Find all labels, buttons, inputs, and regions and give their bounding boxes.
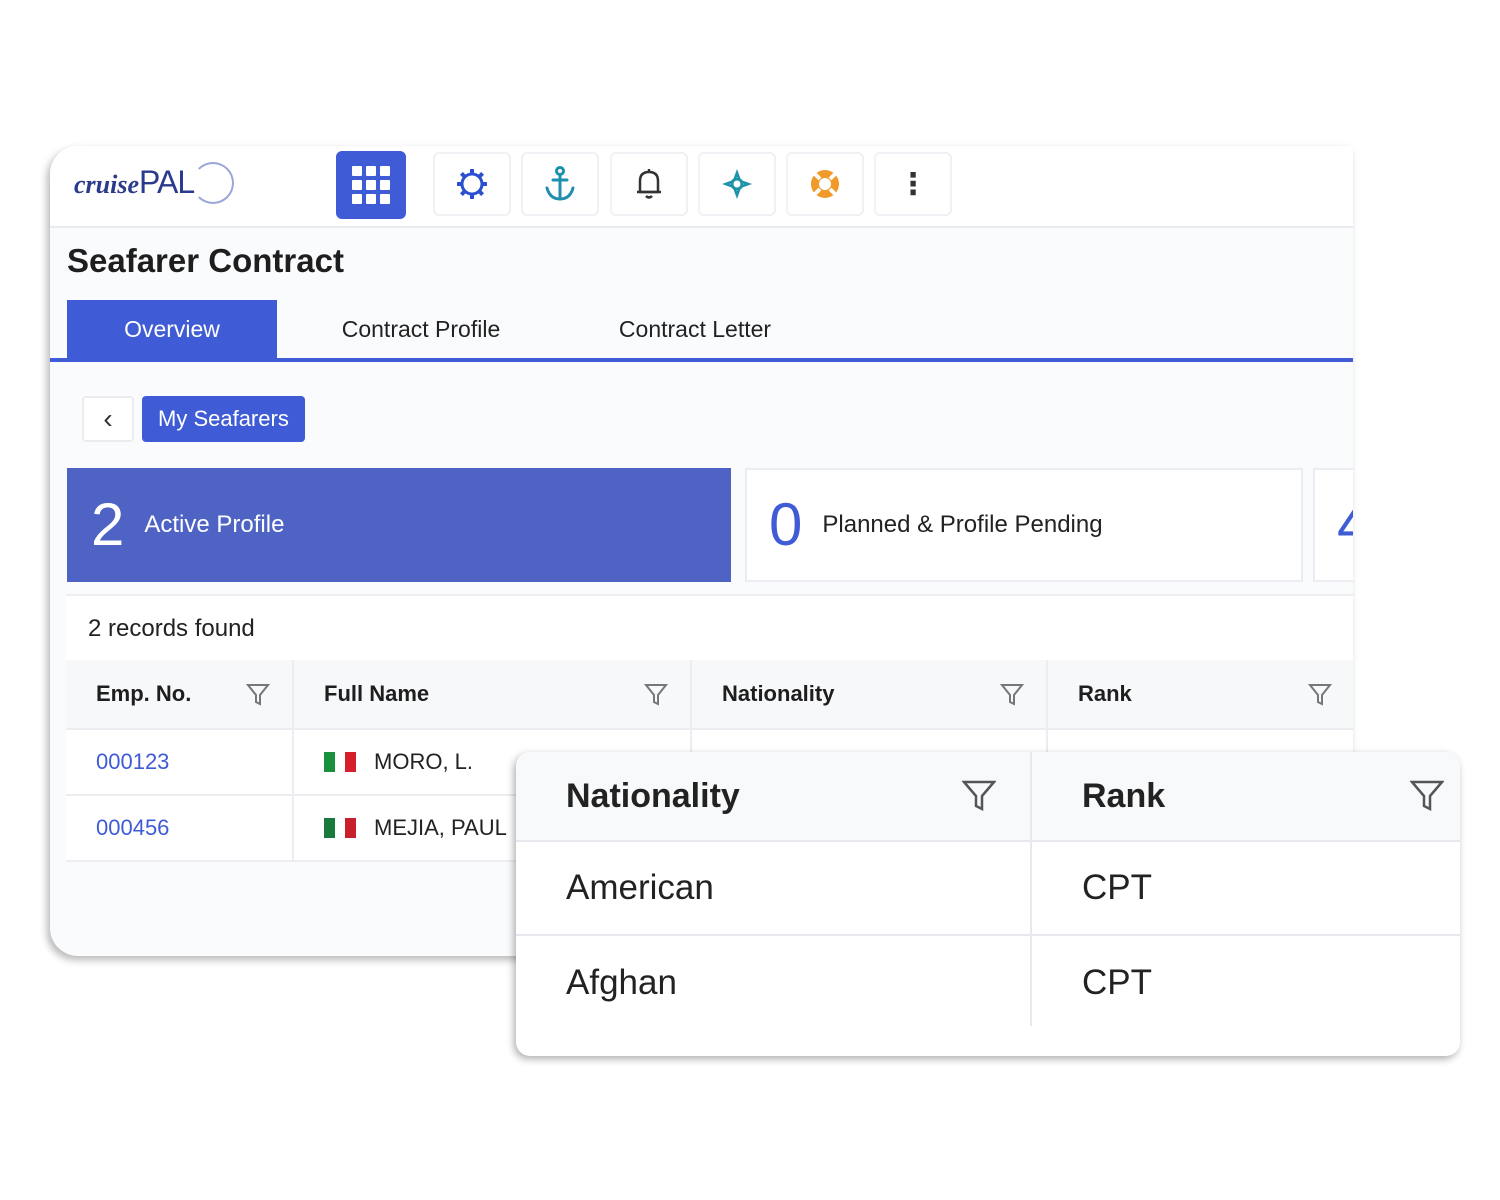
column-label: Rank [1082,776,1166,815]
zoom-table-header: Nationality Rank [516,752,1460,842]
stat-card-active-profile[interactable]: 2 Active Profile [67,468,731,582]
stat-count: 2 [91,491,125,558]
logo-mark-icon [192,162,234,204]
apps-grid-button[interactable] [336,151,406,219]
zoom-column-header-nationality[interactable]: Nationality [516,752,1030,840]
stat-card-planned-pending[interactable]: 0 Planned & Profile Pending [745,468,1303,582]
filter-icon[interactable] [644,682,668,708]
chevron-left-icon: ‹ [103,403,113,434]
filter-icon[interactable] [246,682,270,708]
help-button[interactable] [786,152,864,216]
column-header-emp-no[interactable]: Emp. No. [66,660,294,728]
page-title: Seafarer Contract [67,242,344,279]
filter-icon[interactable] [1410,778,1444,814]
logo-text-cruise: cruise [74,170,139,199]
my-seafarers-chip[interactable]: My Seafarers [142,396,305,442]
flag-mexico-icon [324,818,357,838]
logo-text-pal: PAL [139,164,195,200]
bell-icon [637,169,661,199]
column-label: Nationality [722,681,835,706]
emp-no-link[interactable]: 000123 [96,749,169,775]
zoom-column-header-rank[interactable]: Rank [1032,752,1460,840]
filter-icon[interactable] [1000,682,1024,708]
zoom-table-row[interactable]: American CPT [516,842,1460,936]
column-label: Emp. No. [96,681,192,706]
column-label: Rank [1078,681,1132,706]
gear-icon [457,169,487,199]
flag-italy-icon [324,752,357,772]
column-header-full-name[interactable]: Full Name [294,660,692,728]
column-label: Full Name [324,681,430,706]
top-bar: cruise PAL ⋮ [50,146,1353,228]
anchor-button[interactable] [521,152,599,216]
rank-cell: CPT [1082,868,1152,907]
apps-grid-icon [352,166,390,204]
emp-no-cell[interactable]: 000456 [66,796,294,860]
full-name-text: MEJIA, PAUL [374,815,507,840]
tab-contract-profile[interactable]: Contract Profile [312,300,530,358]
table-header: Emp. No. Full Name Nationality Rank [66,660,1353,730]
compass-icon [722,169,752,199]
emp-no-link[interactable]: 000456 [96,815,169,841]
lifebuoy-icon [811,170,839,198]
nationality-cell: American [566,868,714,907]
stat-card-third[interactable]: 4 [1313,468,1353,582]
full-name-text: MORO, L. [374,749,474,774]
zoomed-table-panel: Nationality Rank American CPT Afghan CPT [516,752,1460,1056]
tab-overview[interactable]: Overview [67,300,277,358]
notifications-button[interactable] [610,152,688,216]
back-button[interactable]: ‹ [82,396,134,442]
navigation-button[interactable] [698,152,776,216]
column-header-nationality[interactable]: Nationality [692,660,1048,728]
more-menu-button[interactable]: ⋮ [874,152,952,216]
nationality-cell: Afghan [566,963,677,1002]
tab-contract-letter[interactable]: Contract Letter [590,300,800,358]
stat-label: Active Profile [144,511,285,538]
column-header-rank[interactable]: Rank [1048,660,1353,728]
column-divider [1030,752,1032,1026]
records-count: 2 records found [66,594,1353,662]
stat-count: 0 [769,491,803,558]
more-vertical-icon: ⋮ [898,167,928,201]
anchor-icon [545,166,575,201]
emp-no-cell[interactable]: 000123 [66,730,294,794]
tab-bar: Overview Contract Profile Contract Lette… [50,300,1353,362]
settings-button[interactable] [433,152,511,216]
filter-icon[interactable] [1308,682,1332,708]
filter-icon[interactable] [962,778,996,814]
zoom-table-row[interactable]: Afghan CPT [516,936,1460,1030]
cruisepal-logo[interactable]: cruise PAL [74,162,234,208]
column-label: Nationality [566,776,740,815]
rank-cell: CPT [1082,963,1152,1002]
stat-count: 4 [1337,495,1353,555]
stat-label: Planned & Profile Pending [822,511,1103,538]
